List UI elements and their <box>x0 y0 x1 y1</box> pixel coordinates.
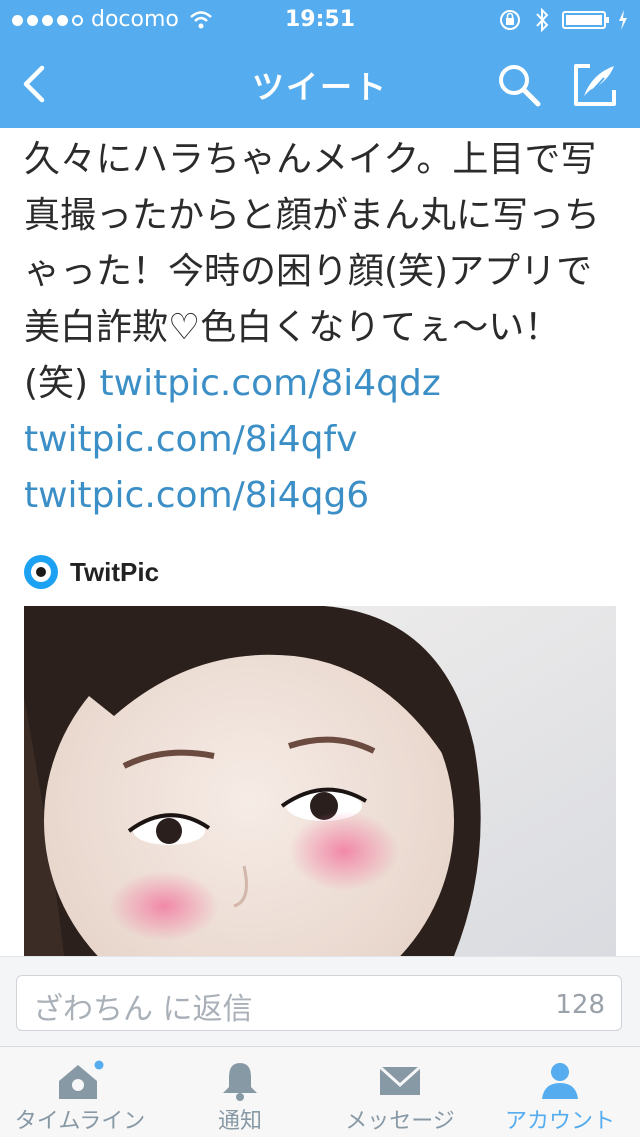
rotation-lock-icon <box>500 10 520 30</box>
reply-input[interactable]: ざわちん に返信 128 <box>16 975 622 1031</box>
tweet-link[interactable]: twitpic.com/8i4qg6 <box>24 475 369 516</box>
page-title: ツイート <box>251 68 388 106</box>
person-icon <box>542 1063 578 1099</box>
navigation-bar: ツイート <box>0 40 640 128</box>
battery-icon <box>562 11 609 29</box>
tab-label: メッセージ <box>345 1109 455 1134</box>
tab-messages[interactable]: メッセージ <box>320 1047 480 1137</box>
tweet-text: 久々にハラちゃんメイク。上目で写真撮ったからと顔がまん丸に写っちゃった！今時の困… <box>24 132 624 524</box>
tab-label: タイムライン <box>14 1109 146 1134</box>
tweet-link[interactable]: twitpic.com/8i4qdz <box>100 363 441 404</box>
top-bar: docomo 19:51 ツイート <box>0 0 640 128</box>
tweet-link[interactable]: twitpic.com/8i4qfv <box>24 419 357 460</box>
photo-image <box>24 606 616 956</box>
tab-label: 通知 <box>217 1109 262 1134</box>
bluetooth-icon <box>536 7 549 33</box>
card-source-name: TwitPic <box>70 556 160 587</box>
bell-icon <box>223 1063 257 1101</box>
tab-account[interactable]: アカウント <box>480 1047 640 1137</box>
reply-placeholder: ざわちん に返信 <box>33 992 253 1027</box>
home-icon <box>59 1060 104 1099</box>
search-icon[interactable] <box>496 62 542 108</box>
reply-bar: ざわちん に返信 128 <box>0 956 640 1047</box>
status-right <box>498 0 628 40</box>
tab-notifications[interactable]: 通知 <box>160 1047 320 1137</box>
card-source[interactable]: TwitPic <box>24 552 159 592</box>
reply-char-count: 128 <box>555 990 605 1020</box>
twitpic-logo-icon <box>24 555 58 589</box>
tab-label: アカウント <box>504 1109 615 1134</box>
status-bar: docomo 19:51 <box>0 0 640 40</box>
tab-bar: タイムライン 通知 メッセージ アカウント <box>0 1046 640 1137</box>
charging-icon <box>619 10 627 30</box>
envelope-icon <box>378 1065 422 1095</box>
tab-timeline[interactable]: タイムライン <box>0 1047 160 1137</box>
compose-icon[interactable] <box>570 60 620 110</box>
tweet-photo[interactable] <box>24 606 616 956</box>
